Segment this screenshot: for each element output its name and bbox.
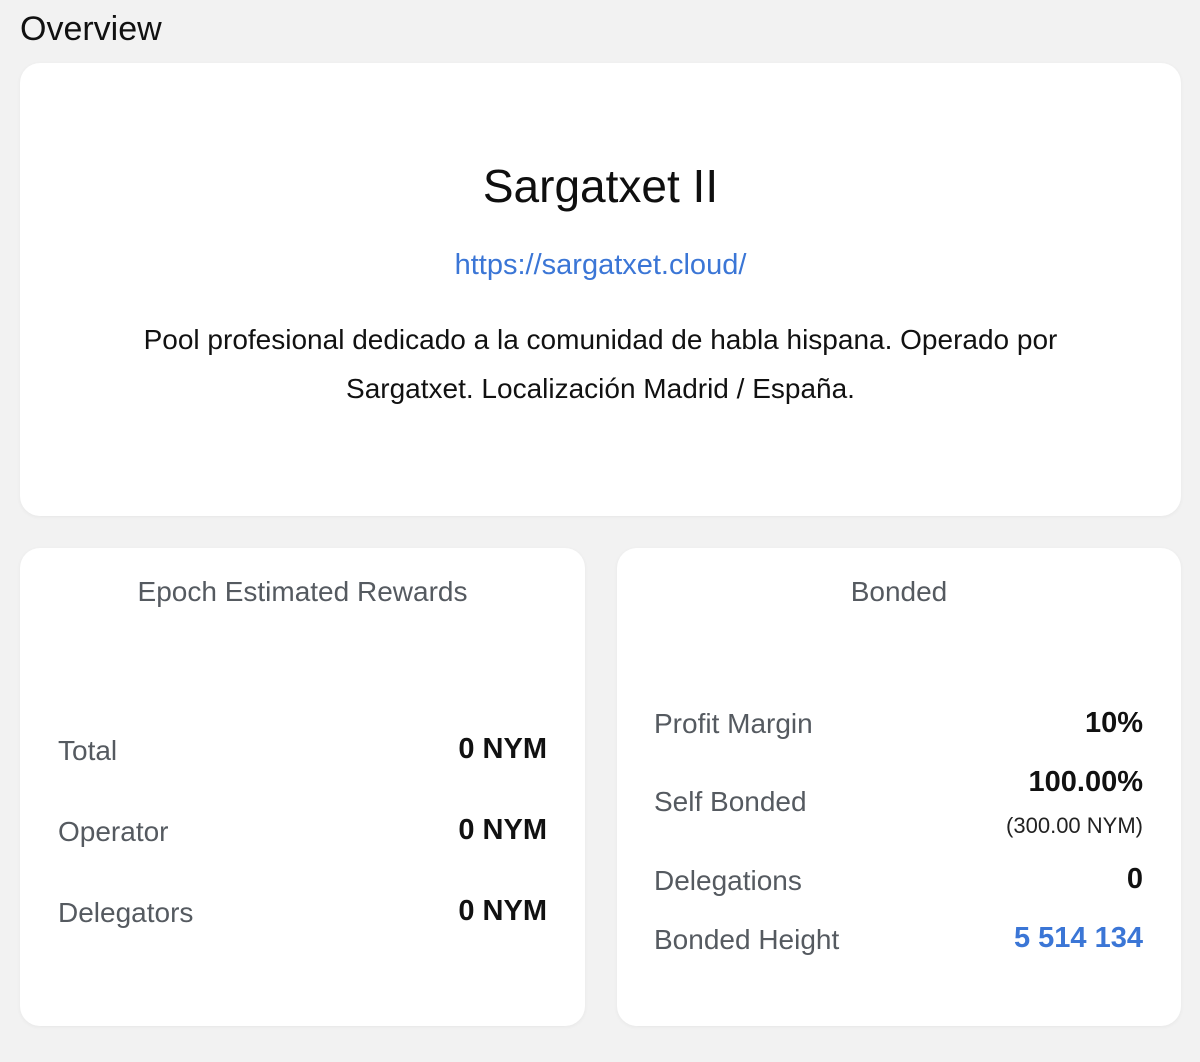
delegations-label: Delegations xyxy=(654,865,802,896)
node-description: Pool profesional dedicado a la comunidad… xyxy=(143,324,1058,404)
rewards-delegators-label: Delegators xyxy=(58,897,194,928)
self-bonded-value: 100.00% xyxy=(1028,766,1144,798)
epoch-rewards-title: Epoch Estimated Rewards xyxy=(137,576,468,607)
node-name: Sargatxet II xyxy=(482,160,719,212)
rewards-operator-label: Operator xyxy=(58,816,169,847)
rewards-operator-value: 0 NYM xyxy=(458,814,547,846)
profit-margin-label: Profit Margin xyxy=(654,708,813,739)
rewards-total-label: Total xyxy=(58,735,118,766)
bonded-card: Bonded Profit Margin 10% Self Bonded 100… xyxy=(617,548,1181,1026)
self-bonded-label: Self Bonded xyxy=(654,786,807,817)
node-website-link[interactable]: https://sargatxet.cloud/ xyxy=(20,249,1181,282)
bonded-height-link[interactable]: 5 514 134 xyxy=(1014,922,1143,955)
overview-title: Overview xyxy=(20,10,162,48)
node-overview-card: Sargatxet II https://sargatxet.cloud/ Po… xyxy=(20,63,1181,516)
epoch-rewards-card: Epoch Estimated Rewards Total 0 NYM Oper… xyxy=(20,548,585,1026)
bonded-height-label: Bonded Height xyxy=(654,924,840,955)
bonded-title: Bonded xyxy=(850,576,948,607)
rewards-delegators-value: 0 NYM xyxy=(458,895,547,927)
rewards-total-value: 0 NYM xyxy=(458,733,547,765)
profit-margin-value: 10% xyxy=(1084,707,1143,739)
self-bonded-amount: (300.00 NYM) xyxy=(1006,813,1143,838)
delegations-value: 0 xyxy=(1126,863,1143,895)
